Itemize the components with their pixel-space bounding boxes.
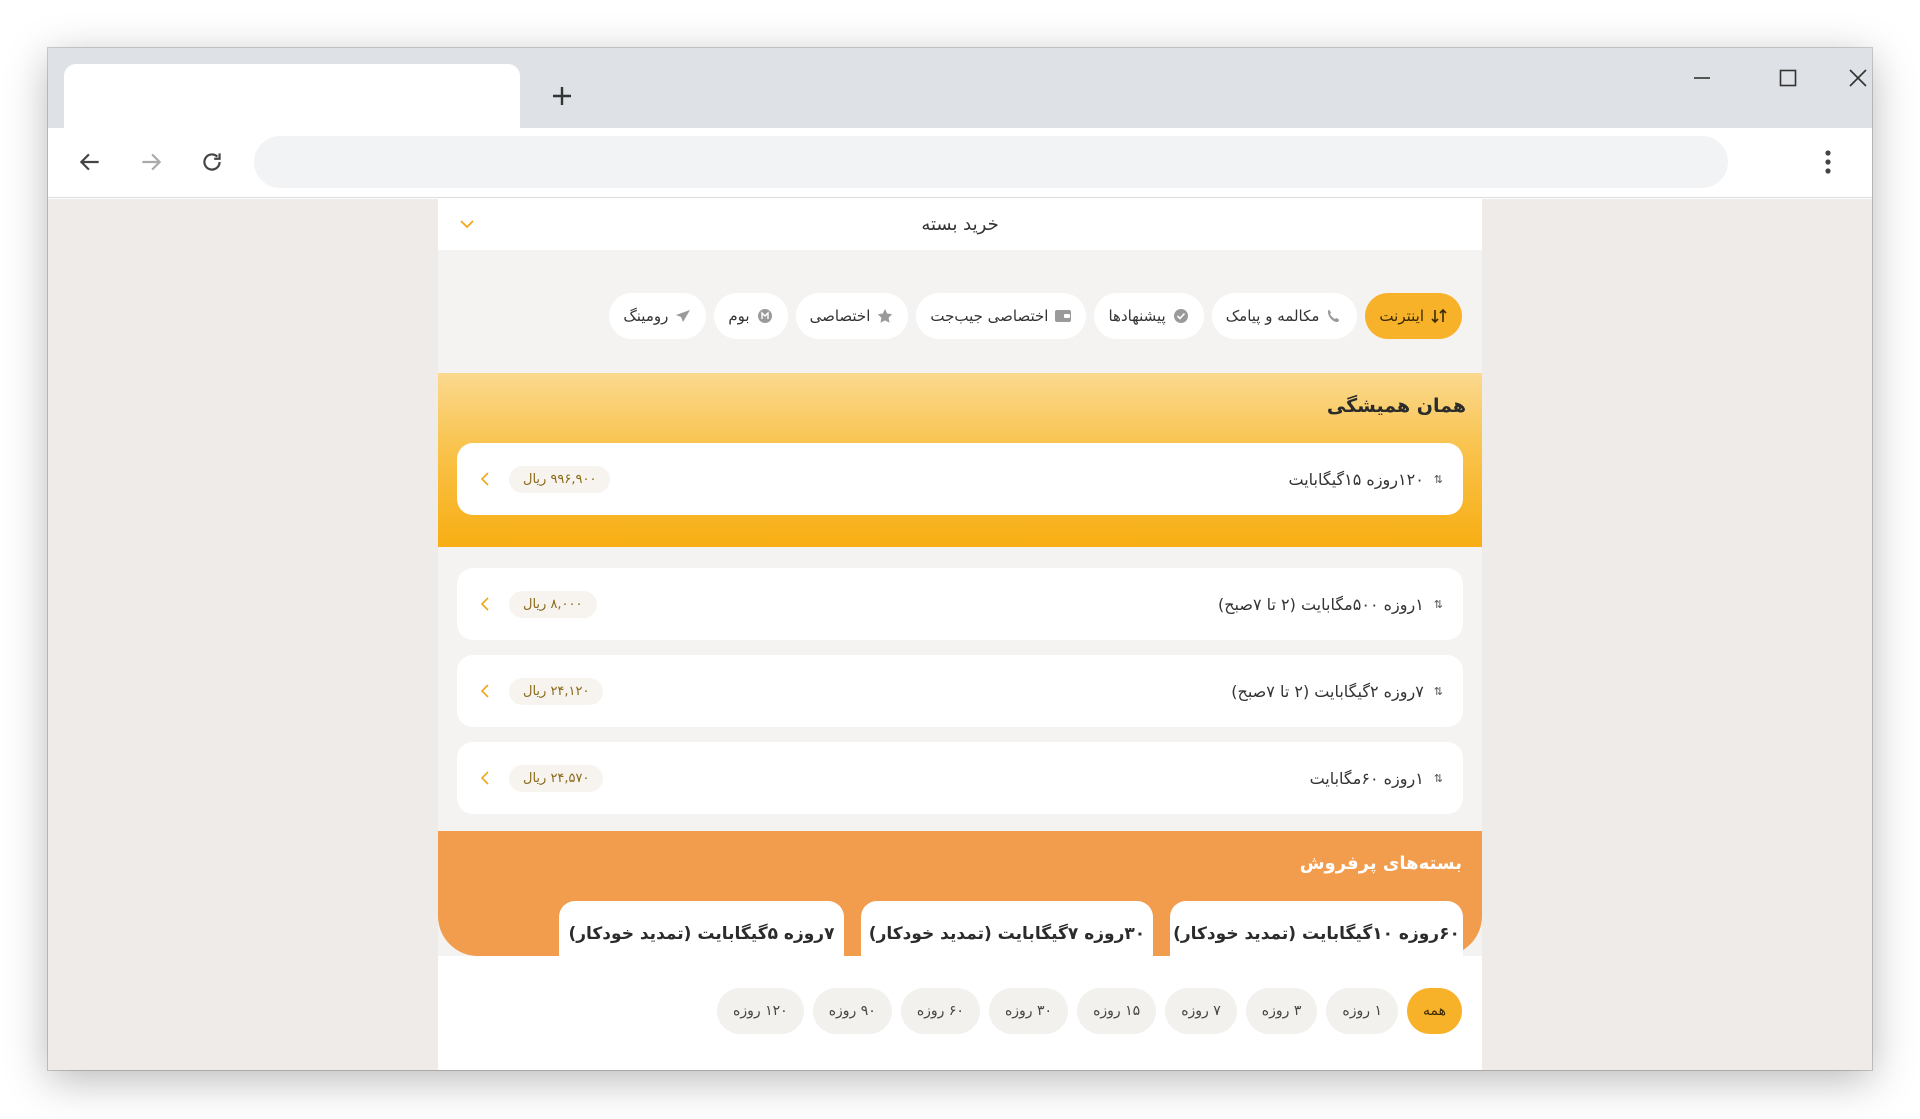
browser-toolbar [48, 128, 1872, 198]
address-bar[interactable] [254, 136, 1728, 188]
browser-window: خرید بسته اینترنت مکالمه و پیامک پیشنهاد… [48, 48, 1872, 1070]
category-tabs: اینترنت مکالمه و پیامک پیشنهادها اختصاصی… [609, 293, 1462, 339]
tab-label: بوم [728, 307, 750, 325]
browser-viewport: خرید بسته اینترنت مکالمه و پیامک پیشنهاد… [48, 199, 1872, 1070]
package-row[interactable]: ⇅ ۱روزه ۵۰۰مگابایت (۲ تا ۷صبح) ۸,۰۰۰ ریا… [457, 568, 1463, 640]
close-icon [1849, 69, 1867, 87]
signal-icon: ⇅ [1433, 472, 1443, 486]
featured-package-row[interactable]: ⇅ ۱۲۰روزه ۱۵گیگابایت ۹۹۶,۹۰۰ ریال [457, 443, 1463, 515]
best-sellers-title: بسته‌های پرفروش [1299, 853, 1462, 874]
best-seller-name: ۶۰روزه ۱۰گیگابایت (تمدید خودکار) [1173, 924, 1460, 944]
duration-filter[interactable]: ۱۵ روزه [1077, 988, 1157, 1034]
tab-jibjet-exclusive[interactable]: اختصاصی جیب‌جت [916, 293, 1087, 339]
tab-internet[interactable]: اینترنت [1365, 293, 1462, 339]
chevron-left-icon [475, 681, 495, 701]
back-button[interactable] [68, 140, 112, 184]
best-seller-card[interactable]: ۳۰روزه ۷گیگابایت (تمدید خودکار) [861, 901, 1153, 957]
signal-icon: ⇅ [1433, 597, 1443, 611]
boom-icon [756, 307, 774, 325]
package-price: ۹۹۶,۹۰۰ ریال [509, 465, 611, 493]
duration-filter[interactable]: ۹۰ روزه [812, 988, 892, 1034]
package-price: ۲۴,۵۷۰ ریال [509, 764, 604, 792]
page-header: خرید بسته [438, 199, 1482, 250]
best-seller-card[interactable]: ۶۰روزه ۱۰گیگابایت (تمدید خودکار) [1170, 901, 1463, 957]
tab-offers[interactable]: پیشنهادها [1094, 293, 1204, 339]
minimize-button[interactable] [1672, 58, 1732, 98]
chevron-left-icon [475, 594, 495, 614]
duration-label: ۳ روزه [1261, 1003, 1302, 1019]
tab-label: پیشنهادها [1108, 307, 1166, 325]
maximize-icon [1779, 69, 1797, 87]
duration-filter-all[interactable]: همه [1407, 988, 1462, 1034]
best-sellers-section: بسته‌های پرفروش ۶۰روزه ۱۰گیگابایت (تمدید… [438, 831, 1482, 957]
package-name: ۷روزه ۲گیگابایت (۲ تا ۷صبح) [1231, 681, 1424, 701]
featured-title: همان همیشگی [1326, 395, 1466, 417]
tab-exclusive[interactable]: اختصاصی [795, 293, 909, 339]
duration-filter-bar: همه ۱ روزه ۳ روزه ۷ روزه ۱۵ روزه ۳۰ روزه… [438, 956, 1482, 1070]
duration-label: ۱۲۰ روزه [733, 1003, 788, 1019]
forward-arrow-icon [142, 153, 162, 171]
minimize-icon [1694, 77, 1710, 79]
check-badge-icon [1172, 307, 1190, 325]
signal-icon: ⇅ [1433, 771, 1443, 785]
forward-button[interactable] [129, 140, 173, 184]
package-name: ۱روزه ۵۰۰مگابایت (۲ تا ۷صبح) [1217, 594, 1424, 614]
back-arrow-icon [79, 153, 99, 171]
duration-label: ۱ روزه [1342, 1003, 1383, 1019]
package-row[interactable]: ⇅ ۷روزه ۲گیگابایت (۲ تا ۷صبح) ۲۴,۱۲۰ ریا… [457, 655, 1463, 727]
tab-label: مکالمه و پیامک [1225, 307, 1320, 325]
wallet-icon [1054, 307, 1072, 325]
kebab-menu-icon [1825, 150, 1831, 174]
plus-icon [553, 87, 571, 105]
duration-label: همه [1423, 1003, 1446, 1019]
tab-calls-sms[interactable]: مکالمه و پیامک [1211, 293, 1358, 339]
browser-menu-button[interactable] [1806, 140, 1850, 184]
package-name: ۱۲۰روزه ۱۵گیگابایت [1288, 469, 1424, 489]
page-title: خرید بسته [921, 214, 999, 235]
duration-label: ۳۰ روزه [1004, 1003, 1053, 1019]
duration-filter[interactable]: ۱ روزه [1326, 988, 1399, 1034]
duration-filter[interactable]: ۱۲۰ روزه [717, 988, 804, 1034]
phone-icon [1325, 307, 1343, 325]
duration-filter[interactable]: ۶۰ روزه [900, 988, 980, 1034]
best-seller-name: ۷روزه ۵گیگابایت (تمدید خودکار) [568, 924, 835, 944]
tab-label: رومینگ [623, 307, 669, 325]
best-seller-card[interactable]: ۷روزه ۵گیگابایت (تمدید خودکار) [559, 901, 844, 957]
tab-boom[interactable]: بوم [714, 293, 788, 339]
package-price: ۸,۰۰۰ ریال [509, 590, 597, 618]
reload-button[interactable] [190, 140, 234, 184]
browser-tab[interactable] [64, 64, 520, 128]
new-tab-button[interactable] [540, 74, 584, 118]
package-name: ۱روزه ۶۰مگابایت [1309, 768, 1424, 788]
airplane-icon [674, 307, 692, 325]
chevron-left-icon [475, 469, 495, 489]
duration-filter[interactable]: ۳ روزه [1245, 988, 1318, 1034]
tab-label: اختصاصی [809, 307, 871, 325]
close-button[interactable] [1844, 58, 1872, 98]
tab-strip [48, 48, 1872, 128]
package-row[interactable]: ⇅ ۱روزه ۶۰مگابایت ۲۴,۵۷۰ ریال [457, 742, 1463, 814]
tab-roaming[interactable]: رومینگ [609, 293, 707, 339]
best-seller-name: ۳۰روزه ۷گیگابایت (تمدید خودکار) [868, 924, 1146, 944]
signal-icon [1430, 307, 1448, 325]
duration-label: ۷ روزه [1181, 1003, 1221, 1019]
chevron-left-icon [475, 768, 495, 788]
featured-section: همان همیشگی ⇅ ۱۲۰روزه ۱۵گیگابایت ۹۹۶,۹۰۰… [438, 373, 1482, 547]
star-icon [876, 307, 894, 325]
maximize-button[interactable] [1758, 58, 1818, 98]
tab-label: اختصاصی جیب‌جت [930, 307, 1049, 325]
chevron-down-icon[interactable] [456, 213, 478, 235]
duration-label: ۱۵ روزه [1093, 1003, 1141, 1019]
duration-label: ۶۰ روزه [916, 1003, 964, 1019]
reload-icon [203, 153, 221, 171]
duration-filter[interactable]: ۳۰ روزه [988, 988, 1069, 1034]
duration-filter[interactable]: ۷ روزه [1165, 988, 1237, 1034]
buy-package-page: خرید بسته اینترنت مکالمه و پیامک پیشنهاد… [438, 199, 1482, 1070]
package-price: ۲۴,۱۲۰ ریال [509, 677, 604, 705]
signal-icon: ⇅ [1433, 684, 1443, 698]
tab-label: اینترنت [1379, 307, 1424, 325]
duration-label: ۹۰ روزه [828, 1003, 876, 1019]
